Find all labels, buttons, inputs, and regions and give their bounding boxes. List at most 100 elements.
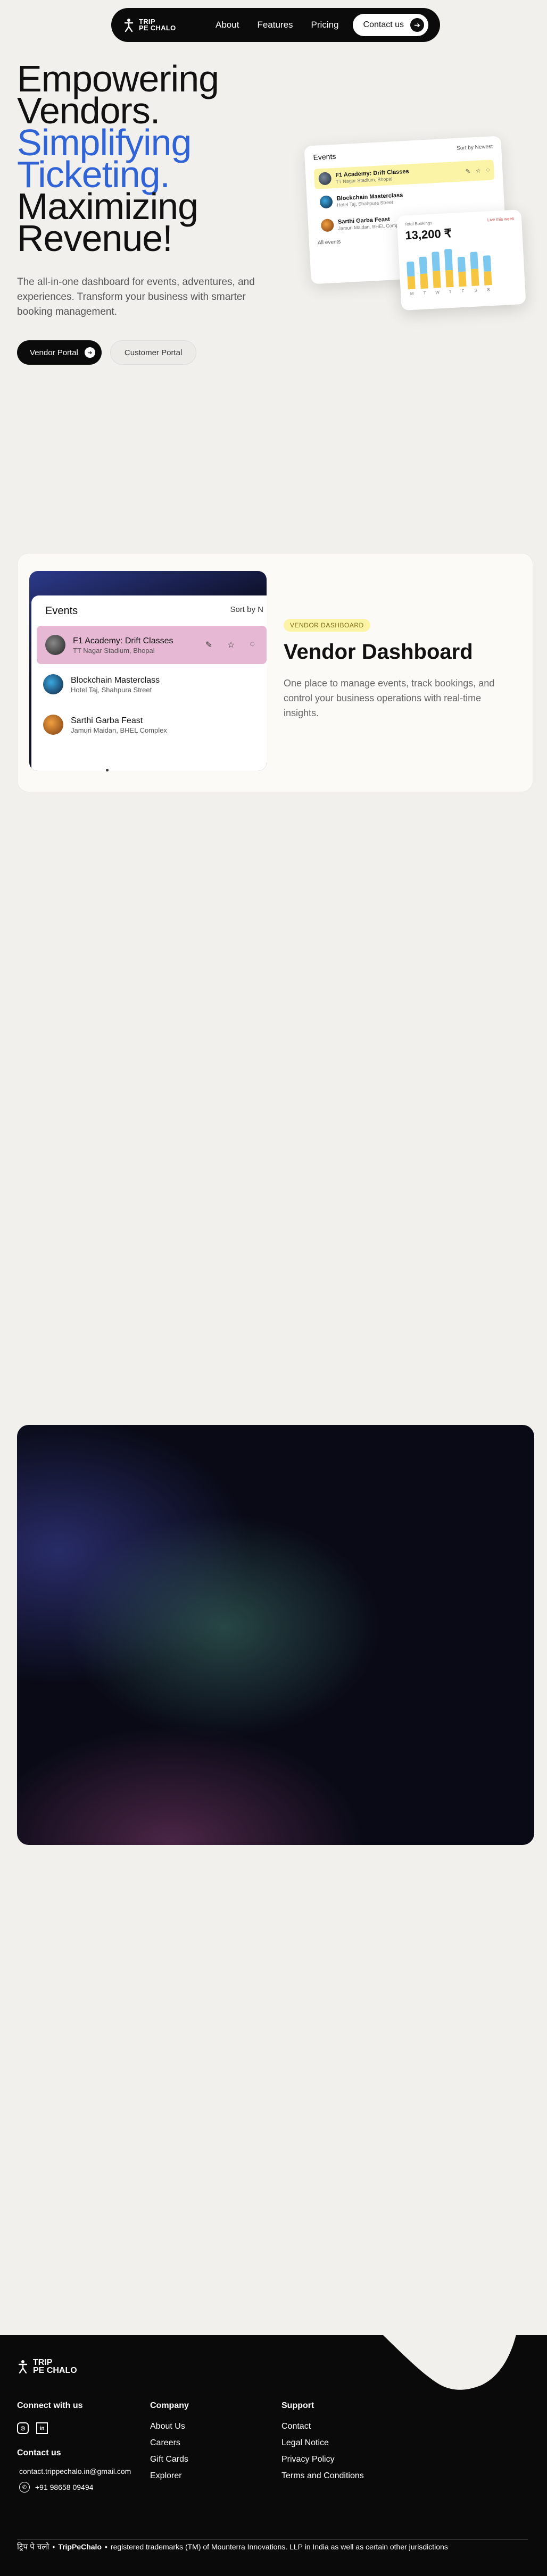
instagram-icon[interactable]: ◎ bbox=[17, 2422, 29, 2434]
section-title: Vendor Dashboard bbox=[284, 640, 473, 664]
contact-heading: Contact us bbox=[17, 2448, 61, 2457]
star-icon: ☆ bbox=[227, 641, 235, 650]
bookings-label: Total Bookings bbox=[404, 220, 433, 227]
event-row: Sarthi Garba Feast Jamuri Maidan, BHEL Co… bbox=[31, 704, 267, 745]
phone-icon: ✆ bbox=[19, 2482, 30, 2493]
bookings-bar bbox=[457, 256, 467, 287]
brand-name: TripPeChalo bbox=[58, 2543, 102, 2551]
comment-icon: ◌ bbox=[250, 640, 255, 649]
event-thumbnail bbox=[43, 715, 63, 735]
bookings-bar-segment-blue bbox=[407, 261, 415, 277]
footer-link-explorer[interactable]: Explorer bbox=[150, 2471, 188, 2481]
event-thumbnail bbox=[318, 172, 332, 186]
top-navbar: TRIP PE CHALO About Features Pricing Cont… bbox=[111, 8, 440, 42]
footer-link-contact[interactable]: Contact bbox=[281, 2422, 364, 2431]
bookings-bar-segment-blue bbox=[483, 255, 492, 272]
site-footer: TRIP PE CHALO Connect with us ◎ in Contac… bbox=[0, 2335, 547, 2576]
bookings-bar-segment-yellow bbox=[470, 268, 479, 287]
footer-swoosh-decoration bbox=[0, 2335, 547, 2441]
section-description: One place to manage events, track bookin… bbox=[284, 678, 495, 718]
events-panel-title: Events bbox=[45, 605, 78, 617]
events-card-title: Events bbox=[313, 152, 336, 162]
linkedin-icon[interactable]: in bbox=[36, 2422, 48, 2434]
event-thumbnail bbox=[45, 635, 65, 655]
edit-icon: ✎ bbox=[205, 641, 213, 650]
event-thumbnail bbox=[319, 195, 333, 209]
nav-link-pricing[interactable]: Pricing bbox=[311, 20, 339, 30]
day-label: T bbox=[449, 289, 452, 295]
legal-text: registered trademarks (TM) of Mounterra … bbox=[110, 2543, 448, 2551]
event-name: Blockchain Masterclass bbox=[71, 675, 160, 685]
connect-heading: Connect with us bbox=[17, 2401, 83, 2410]
day-label: F bbox=[461, 288, 465, 294]
bookings-bar bbox=[407, 261, 416, 290]
hero-title-line: Revenue! bbox=[17, 217, 173, 259]
event-row: F1 Academy: Drift Classes TT Nagar Stadiu… bbox=[37, 626, 267, 664]
footer-logo[interactable]: TRIP PE CHALO bbox=[17, 2358, 77, 2375]
footer-email[interactable]: contact.trippechalo.in@gmail.com bbox=[19, 2467, 131, 2476]
comment-icon: ◌ bbox=[486, 166, 490, 173]
walking-person-icon bbox=[124, 19, 134, 32]
event-row: Blockchain Masterclass Hotel Taj, Shahpur… bbox=[31, 664, 267, 704]
bookings-bar-segment-yellow bbox=[458, 271, 467, 287]
bookings-bar bbox=[444, 248, 454, 288]
social-links: ◎ in bbox=[17, 2422, 48, 2434]
nav-link-features[interactable]: Features bbox=[257, 20, 293, 30]
event-thumbnail bbox=[43, 674, 63, 694]
legal-notice: ट्रिप पे चलो • TripPeChalo • registered … bbox=[17, 2543, 448, 2552]
gradient-media-panel bbox=[17, 1425, 534, 1845]
bookings-bar-segment-yellow bbox=[407, 276, 416, 290]
logo-line-1: TRIP bbox=[33, 2358, 53, 2367]
bookings-bar-segment-yellow bbox=[445, 270, 454, 288]
edit-icon: ✎ bbox=[465, 168, 471, 175]
footer-link-gift-cards[interactable]: Gift Cards bbox=[150, 2455, 188, 2464]
company-heading: Company bbox=[150, 2401, 189, 2410]
footer-divider bbox=[17, 2539, 528, 2540]
hero-title: Empowering Vendors. Simplifying Ticketin… bbox=[17, 60, 219, 259]
support-links: Contact Legal Notice Privacy Policy Term… bbox=[281, 2422, 364, 2481]
bookings-bar bbox=[470, 251, 479, 287]
footer-link-about-us[interactable]: About Us bbox=[150, 2422, 188, 2431]
logo-line-2: PE CHALO bbox=[139, 24, 176, 32]
footer-link-legal-notice[interactable]: Legal Notice bbox=[281, 2438, 364, 2448]
day-label: M bbox=[410, 291, 414, 297]
customer-portal-button[interactable]: Customer Portal bbox=[110, 340, 197, 365]
company-links: About Us Careers Gift Cards Explorer bbox=[150, 2422, 188, 2481]
contact-us-button[interactable]: Contact us ➔ bbox=[352, 14, 428, 36]
brand-devanagari: ट्रिप पे चलो bbox=[17, 2543, 49, 2552]
bookings-bar-segment-yellow bbox=[433, 271, 441, 288]
bookings-bar bbox=[483, 255, 492, 286]
bookings-bar bbox=[432, 251, 441, 288]
bookings-bar bbox=[419, 256, 428, 289]
email-address: contact.trippechalo.in@gmail.com bbox=[19, 2467, 131, 2476]
arrow-right-icon: ➔ bbox=[84, 347, 95, 358]
phone-number: +91 98658 09494 bbox=[35, 2483, 94, 2491]
footer-link-terms[interactable]: Terms and Conditions bbox=[281, 2471, 364, 2481]
nav-links: About Features Pricing bbox=[216, 20, 339, 30]
contact-us-label: Contact us bbox=[363, 20, 404, 29]
bookings-bar-segment-blue bbox=[432, 251, 440, 271]
event-name: Sarthi Garba Feast bbox=[71, 716, 143, 725]
walking-person-icon bbox=[18, 2360, 28, 2373]
event-name: F1 Academy: Drift Classes bbox=[73, 636, 173, 645]
bookings-bar-chart bbox=[406, 241, 518, 290]
nav-link-about[interactable]: About bbox=[216, 20, 239, 30]
bookings-bar-segment-blue bbox=[457, 256, 466, 272]
bookings-bar-segment-blue bbox=[470, 251, 478, 270]
hero-cta-row: Vendor Portal ➔ Customer Portal bbox=[17, 340, 197, 365]
day-label: T bbox=[423, 290, 426, 296]
vendor-portal-button[interactable]: Vendor Portal ➔ bbox=[17, 340, 102, 365]
bookings-value: 13,200 ₹ bbox=[404, 226, 452, 242]
sort-dropdown: Sort by N bbox=[230, 605, 263, 614]
event-location: Jamuri Maidan, BHEL Complex bbox=[71, 726, 167, 734]
footer-link-privacy-policy[interactable]: Privacy Policy bbox=[281, 2455, 364, 2464]
brand-logo[interactable]: TRIP PE CHALO bbox=[123, 18, 176, 32]
arrow-right-icon: ➔ bbox=[410, 18, 424, 32]
carousel-dot[interactable] bbox=[106, 769, 109, 771]
event-location: TT Nagar Stadium, Bhopal bbox=[73, 646, 155, 655]
bookings-bar-segment-yellow bbox=[484, 271, 492, 286]
day-label: W bbox=[435, 290, 440, 295]
bookings-bar-segment-yellow bbox=[420, 273, 428, 289]
footer-phone[interactable]: ✆ +91 98658 09494 bbox=[19, 2482, 93, 2493]
footer-link-careers[interactable]: Careers bbox=[150, 2438, 188, 2448]
